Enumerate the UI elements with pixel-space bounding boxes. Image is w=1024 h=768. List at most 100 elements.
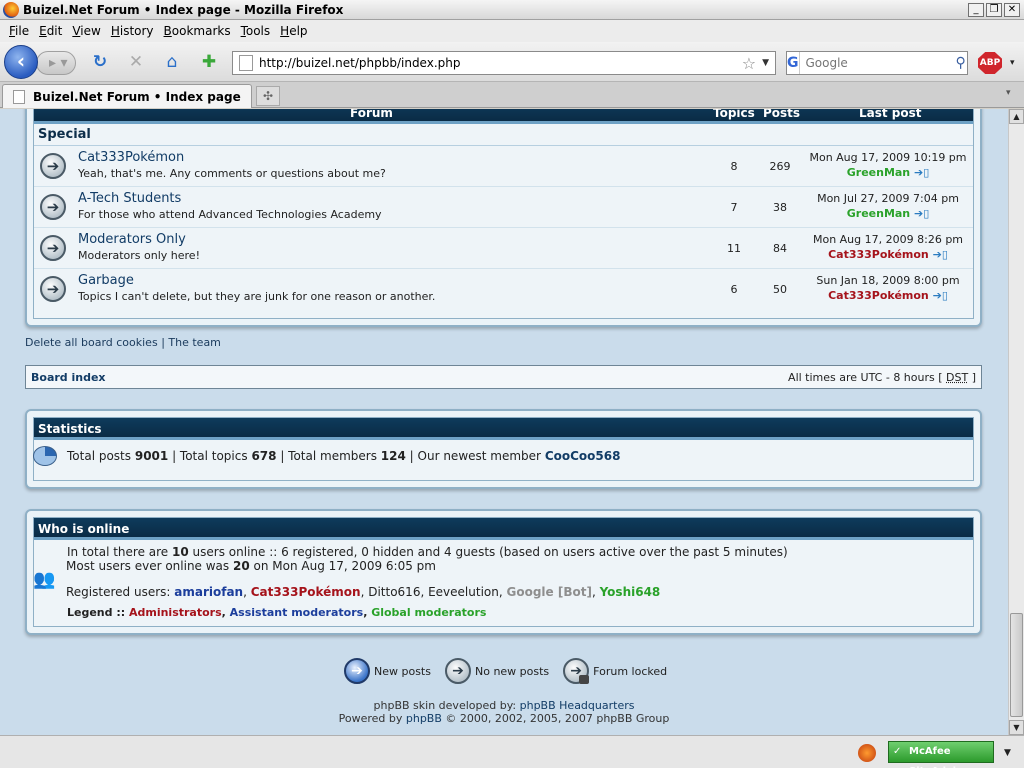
forum-icon-legend: ➔ New posts ➔ No new posts ➔ Forum locked	[344, 656, 681, 686]
mcafee-dropdown-icon[interactable]: ▼	[1004, 748, 1011, 758]
statistics-text: Total posts 9001 | Total topics 678 | To…	[67, 449, 621, 463]
group-legend: Legend :: Administrators, Assistant mode…	[67, 606, 487, 619]
close-button[interactable]: ✕	[1004, 2, 1020, 17]
scroll-up-icon[interactable]: ▲	[1009, 109, 1024, 124]
forum-row: ➔ A-Tech Students For those who attend A…	[34, 187, 973, 228]
view-latest-post-icon[interactable]: ➔▯	[933, 289, 948, 302]
last-post-user-link[interactable]: Cat333Pokémon	[828, 289, 929, 302]
fox-addon-icon[interactable]	[858, 744, 876, 762]
col-last-post: Last post	[859, 109, 922, 120]
legend-group-link[interactable]: Assistant moderators	[230, 606, 364, 619]
new-posts-icon: ➔	[344, 658, 370, 684]
online-total-suffix: users online :: 6 registered, 0 hidden a…	[192, 545, 788, 559]
reload-icon[interactable]: ↻	[90, 52, 110, 72]
last-post-user-link[interactable]: Cat333Pokémon	[828, 248, 929, 261]
status-bar: McAfee SiteAdvisor ▼	[0, 735, 1024, 768]
timezone-prefix: All times are UTC - 8 hours [	[788, 371, 943, 384]
no-new-posts-icon: ➔	[40, 235, 66, 261]
menu-view[interactable]: View	[67, 24, 105, 38]
total-members-label: Total members	[288, 449, 377, 463]
category-title[interactable]: Special	[34, 124, 973, 146]
url-dropdown-icon[interactable]: ▼	[762, 58, 769, 68]
menu-bookmarks-label: ookmarks	[171, 24, 231, 38]
menu-tools-label: ools	[245, 24, 271, 38]
total-topics-value: 678	[251, 449, 277, 463]
forum-topics-count: 7	[730, 201, 738, 214]
menu-edit[interactable]: Edit	[34, 24, 67, 38]
adblock-plus-icon[interactable]: ABP	[978, 52, 1002, 74]
skin-credit-text: phpBB skin developed by:	[373, 699, 517, 712]
mcafee-siteadvisor-button[interactable]: McAfee SiteAdvisor	[888, 741, 994, 768]
tab-page-icon	[13, 89, 25, 104]
vertical-scrollbar[interactable]: ▲ ▼	[1008, 109, 1024, 735]
phpbb-link[interactable]: phpBB	[406, 712, 442, 725]
search-icon[interactable]: ⚲	[956, 55, 966, 71]
team-link[interactable]: The team	[168, 336, 221, 349]
view-latest-post-icon[interactable]: ➔▯	[914, 166, 929, 179]
menu-help-accel: H	[280, 24, 290, 38]
last-post-user-link[interactable]: GreenMan	[847, 166, 910, 179]
bookmark-star-icon[interactable]: ☆	[742, 54, 756, 73]
new-tab-button[interactable]: ✣	[256, 86, 280, 106]
legend-no-new-posts-label: No new posts	[474, 664, 550, 678]
minimize-button[interactable]: _	[968, 2, 984, 17]
online-user-link[interactable]: Eeveelution	[428, 585, 499, 599]
google-engine-icon[interactable]: G	[787, 52, 800, 74]
page-content: Forum Topics Posts Last post Special ➔ C…	[0, 109, 1008, 735]
last-post-user: GreenMan ➔▯	[802, 207, 974, 220]
menu-bookmarks[interactable]: Bookmarks	[159, 24, 236, 38]
forum-name-link[interactable]: Moderators Only	[78, 232, 186, 247]
window-controls: _ ❐ ✕	[968, 2, 1020, 17]
forward-button[interactable]: ▸ ▾	[36, 51, 76, 75]
last-post-user: Cat333Pokémon ➔▯	[802, 289, 974, 302]
legend-group-link[interactable]: Administrators	[129, 606, 222, 619]
adblock-dropdown-icon[interactable]: ▾	[1010, 58, 1015, 68]
list-tabs-icon[interactable]: ▾	[1006, 88, 1011, 98]
online-record-prefix: Most users ever online was	[66, 559, 230, 573]
board-index-bar: Board index All times are UTC - 8 hours …	[25, 365, 982, 389]
home-icon[interactable]: ⌂	[162, 52, 182, 72]
scroll-down-icon[interactable]: ▼	[1009, 720, 1024, 735]
forum-posts-count: 269	[769, 160, 791, 173]
forum-name-link[interactable]: A-Tech Students	[78, 191, 181, 206]
newest-member-link[interactable]: CooCoo568	[545, 449, 621, 463]
forum-row: ➔ Garbage Topics I can't delete, but the…	[34, 269, 973, 310]
firefox-icon	[3, 1, 19, 18]
online-user-link[interactable]: amariofan	[174, 585, 243, 599]
forum-locked-icon: ➔	[563, 658, 590, 684]
last-post-user: Cat333Pokémon ➔▯	[802, 248, 974, 261]
last-post-date: Mon Aug 17, 2009 8:26 pm	[812, 233, 964, 246]
last-post-user-link[interactable]: GreenMan	[847, 207, 910, 220]
stop-icon[interactable]: ✕	[126, 52, 146, 72]
legend-new-posts: ➔ New posts	[344, 658, 431, 684]
legend-group-link[interactable]: Global moderators	[371, 606, 486, 619]
delete-cookies-link[interactable]: Delete all board cookies	[25, 336, 158, 349]
add-bookmark-icon[interactable]: ✚	[199, 52, 219, 72]
online-record-value: 20	[233, 559, 250, 573]
forum-name-link[interactable]: Cat333Pokémon	[78, 150, 184, 165]
maximize-button[interactable]: ❐	[986, 2, 1002, 17]
menu-help[interactable]: Help	[275, 24, 312, 38]
forum-description: Yeah, that's me. Any comments or questio…	[78, 167, 386, 180]
tab-forum-index[interactable]: Buizel.Net Forum • Index page	[2, 84, 252, 108]
online-user-link[interactable]: Google [Bot]	[507, 585, 592, 599]
back-button[interactable]: ‹	[4, 45, 38, 79]
address-bar[interactable]: http://buizel.net/phpbb/index.php ☆ ▼	[232, 51, 776, 75]
view-latest-post-icon[interactable]: ➔▯	[933, 248, 948, 261]
menu-history[interactable]: History	[106, 24, 159, 38]
search-bar[interactable]: G ⚲	[786, 51, 968, 75]
menu-tools[interactable]: Tools	[236, 24, 276, 38]
online-user-link[interactable]: Cat333Pokémon	[251, 585, 361, 599]
scroll-thumb[interactable]	[1010, 613, 1023, 717]
forum-name-link[interactable]: Garbage	[78, 273, 134, 288]
online-user-link[interactable]: Yoshi648	[600, 585, 661, 599]
registered-users-label: Registered users:	[66, 585, 171, 599]
url-text[interactable]: http://buizel.net/phpbb/index.php	[259, 56, 742, 70]
search-input[interactable]	[799, 56, 956, 70]
board-index-link[interactable]: Board index	[31, 371, 106, 384]
view-latest-post-icon[interactable]: ➔▯	[914, 207, 929, 220]
online-user-link[interactable]: Ditto616	[368, 585, 420, 599]
menu-file-label: ile	[15, 24, 30, 38]
phpbb-hq-link[interactable]: phpBB Headquarters	[520, 699, 635, 712]
menu-file[interactable]: File	[4, 24, 34, 38]
